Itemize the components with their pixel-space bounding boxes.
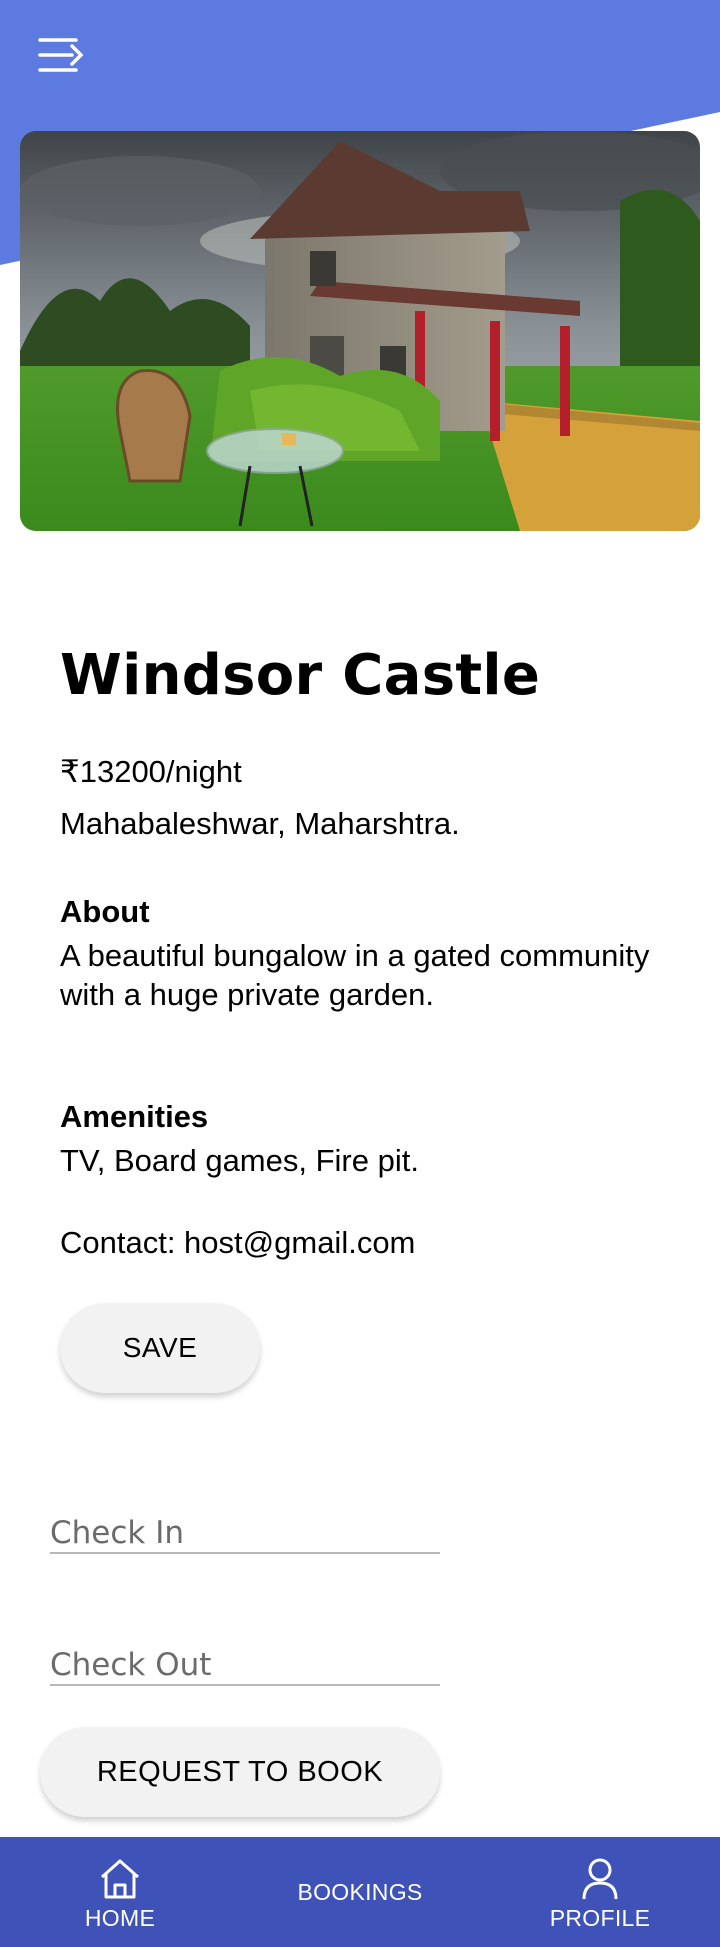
listing-details: Windsor Castle ₹13200/night Mahabaleshwa… <box>60 636 680 1260</box>
menu-icon <box>38 38 84 72</box>
menu-button[interactable] <box>36 34 88 80</box>
amenities-heading: Amenities <box>60 1099 209 1134</box>
check-in-field[interactable] <box>50 1502 440 1554</box>
nav-home-label: HOME <box>84 1905 156 1931</box>
about-heading: About <box>60 894 150 929</box>
check-out-input[interactable] <box>50 1634 440 1684</box>
user-icon <box>582 1858 618 1900</box>
listing-title: Windsor Castle <box>60 643 541 708</box>
contact-info: Contact: host@gmail.com <box>60 1225 416 1260</box>
home-icon <box>101 1859 139 1899</box>
bottom-navigation: HOME BOOKINGS PROFILE <box>0 1837 720 1947</box>
nav-home[interactable]: HOME <box>30 1837 210 1947</box>
nav-profile-label: PROFILE <box>549 1905 651 1931</box>
save-button[interactable]: SAVE <box>60 1303 260 1393</box>
price-per-night: ₹13200/night <box>60 754 242 789</box>
nav-profile[interactable]: PROFILE <box>510 1837 690 1947</box>
check-out-field[interactable] <box>50 1634 440 1686</box>
check-in-input[interactable] <box>50 1502 440 1552</box>
property-photo <box>20 131 700 531</box>
nav-bookings[interactable]: BOOKINGS <box>270 1837 450 1947</box>
about-text: A beautiful bungalow in a gated communit… <box>60 938 650 1012</box>
nav-bookings-label: BOOKINGS <box>297 1879 423 1905</box>
location: Mahabaleshwar, Maharshtra. <box>60 806 460 841</box>
request-to-book-button[interactable]: REQUEST TO BOOK <box>40 1727 440 1817</box>
amenities-text: TV, Board games, Fire pit. <box>60 1143 419 1178</box>
